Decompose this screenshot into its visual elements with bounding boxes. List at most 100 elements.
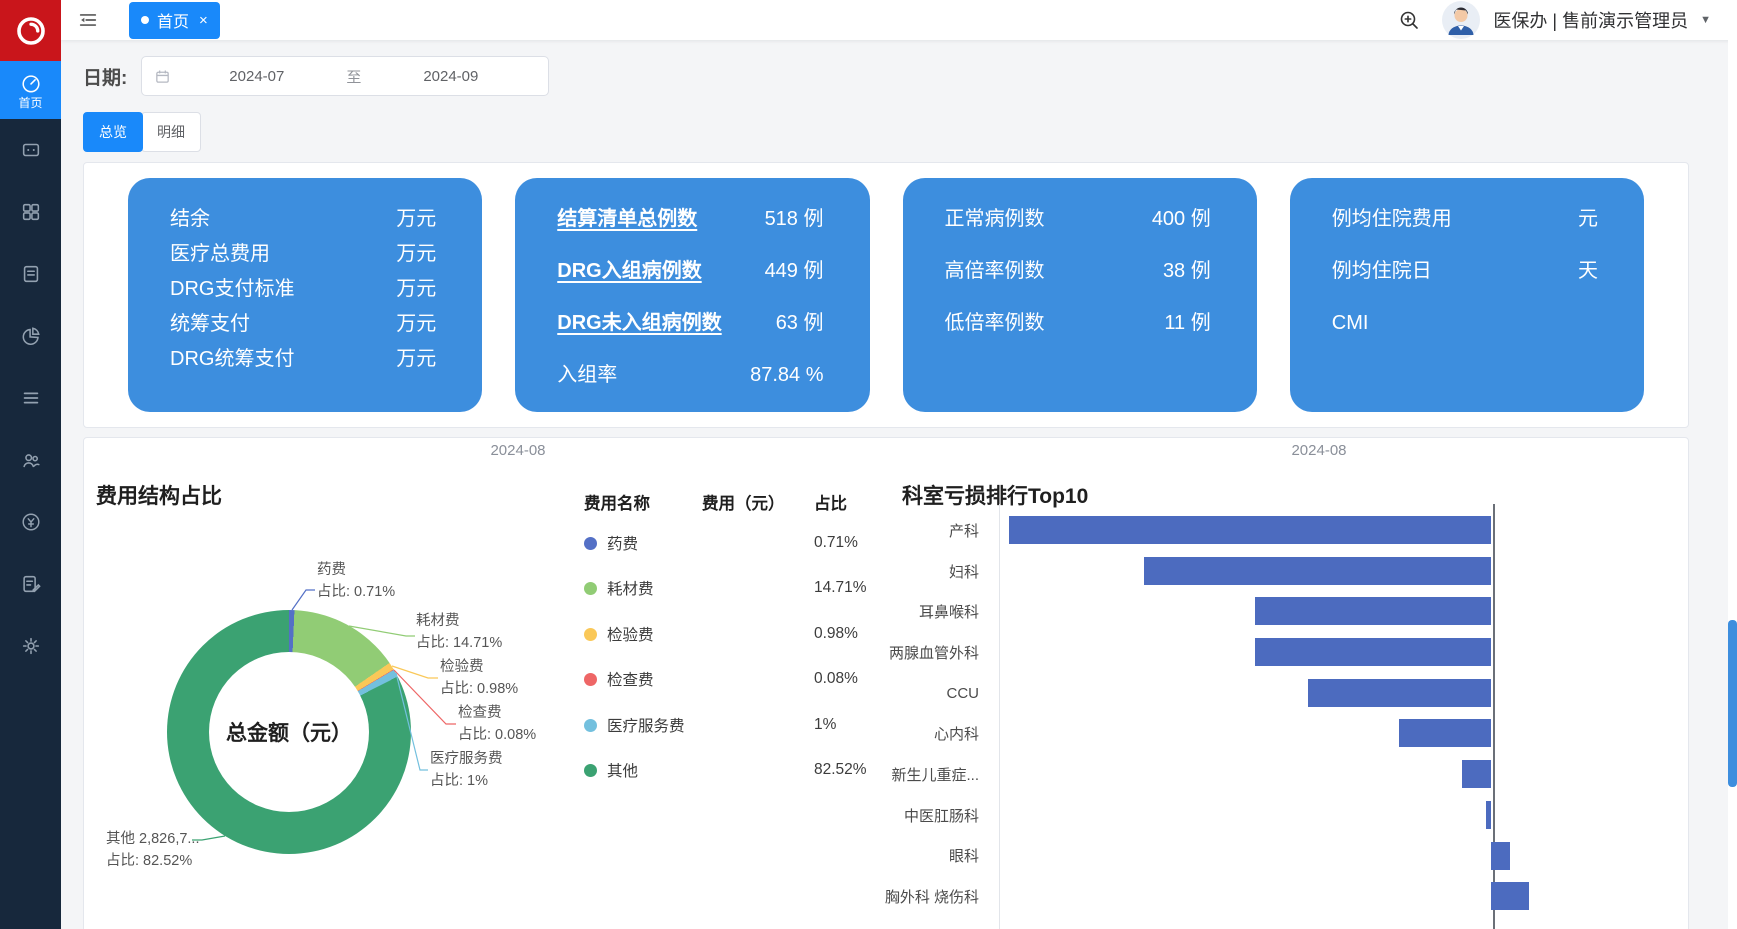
legend-color-dot xyxy=(584,582,597,595)
bar-track xyxy=(989,632,1666,673)
bar-track xyxy=(989,673,1666,714)
stat-label: 例均住院费用 xyxy=(1332,208,1452,230)
donut-callout: 检查费 占比: 0.08% xyxy=(458,702,536,746)
sidebar-item-menu-list[interactable] xyxy=(0,367,61,429)
stat-row: DRG统筹支付 万元 xyxy=(170,348,436,370)
bar-row: 产科 xyxy=(784,510,1666,551)
callout-name: 耗材费 xyxy=(416,610,502,632)
date-range-picker[interactable]: 2024-07 至 2024-09 xyxy=(141,56,549,96)
tab-detail[interactable]: 明细 xyxy=(141,112,201,152)
bar-track xyxy=(989,836,1666,877)
bar-row: 中医肛肠科 xyxy=(784,795,1666,836)
callout-pct: 占比: 0.08% xyxy=(458,724,536,746)
user-name: 医保办 | 售前演示管理员 xyxy=(1493,7,1688,33)
callout-pct: 占比: 0.98% xyxy=(440,678,518,700)
sidebar-item-pie-report[interactable] xyxy=(0,305,61,367)
zoom-in-icon[interactable] xyxy=(1397,8,1421,32)
callout-name: 药费 xyxy=(317,559,395,581)
sidebar-item-home[interactable]: 首页 xyxy=(0,61,61,119)
stat-card: 正常病例数 400 例 高倍率例数 38 例 低倍率例数 11 例 xyxy=(903,178,1257,412)
legend-name: 检验费 xyxy=(607,627,654,644)
legend-color-dot xyxy=(584,673,597,686)
tab-home[interactable]: 首页 × xyxy=(129,2,220,39)
stat-row: 统筹支付 万元 xyxy=(170,313,436,335)
sidebar-item-fund[interactable] xyxy=(0,491,61,553)
sidebar-item-audit[interactable] xyxy=(0,553,61,615)
donut-callout: 其他 2,826,7... 占比: 82.52% xyxy=(106,828,200,872)
sidebar-item-document[interactable] xyxy=(0,243,61,305)
bar-category-label: CCU xyxy=(784,685,989,702)
legend-name: 其他 xyxy=(607,763,638,780)
stat-value: 天 xyxy=(1578,260,1598,282)
sidebar-item-settings[interactable] xyxy=(0,615,61,677)
fund-icon xyxy=(20,511,42,533)
stat-card: 结算清单总例数 518 例 DRG入组病例数 449 例 DRG未入组病例数 6… xyxy=(515,178,869,412)
stat-value: 元 xyxy=(1578,208,1598,230)
sidebar-item-monitor[interactable] xyxy=(0,119,61,181)
app-logo[interactable] xyxy=(0,0,61,61)
sidebar-item-label: 首页 xyxy=(18,97,42,109)
stat-label: DRG支付标准 xyxy=(170,278,294,300)
stat-value: 400 例 xyxy=(1152,208,1211,230)
stat-row: 结余 万元 xyxy=(170,208,436,230)
legend-name: 检查费 xyxy=(607,672,654,689)
view-tabs: 总览 明细 xyxy=(83,112,1689,152)
tab-close-icon[interactable]: × xyxy=(199,13,208,28)
legend-name: 药费 xyxy=(607,536,638,553)
date-from-value[interactable]: 2024-07 xyxy=(171,68,342,85)
scrollbar-thumb[interactable] xyxy=(1728,620,1737,787)
page-scrollbar xyxy=(1728,0,1737,929)
stat-link[interactable]: DRG入组病例数 xyxy=(557,260,701,282)
stat-row: 例均住院日 天 xyxy=(1332,260,1598,282)
chart-date-right: 2024-08 xyxy=(1239,442,1399,459)
sidebar-item-team[interactable] xyxy=(0,429,61,491)
stat-value: 518 例 xyxy=(765,208,824,230)
bar-track xyxy=(989,713,1666,754)
stat-row: 结算清单总例数 518 例 xyxy=(557,208,823,230)
bar-category-label: 妇科 xyxy=(784,561,989,582)
callout-name: 医疗服务费 xyxy=(430,748,503,770)
tab-overview[interactable]: 总览 xyxy=(83,112,143,152)
stat-row: CMI xyxy=(1332,312,1598,334)
bar-row: 新生儿重症... xyxy=(784,754,1666,795)
callout-pct: 占比: 14.71% xyxy=(416,632,502,654)
user-menu[interactable]: 医保办 | 售前演示管理员 ▼ xyxy=(1441,0,1711,40)
callout-name: 其他 2,826,7... xyxy=(106,828,200,850)
legend-color-dot xyxy=(584,719,597,732)
caret-down-icon: ▼ xyxy=(1700,14,1711,26)
legend-color-dot xyxy=(584,628,597,641)
collapse-menu-icon[interactable] xyxy=(77,9,99,31)
stat-cards-panel: 结余 万元 医疗总费用 万元 DRG支付标准 万元 统筹支付 万元 DRG统筹支… xyxy=(83,162,1689,428)
bar-track xyxy=(989,754,1666,795)
stat-row: 例均住院费用 元 xyxy=(1332,208,1598,230)
tab-active-dot xyxy=(141,16,149,24)
stat-value: 万元 xyxy=(396,278,436,300)
logo-swirl-icon xyxy=(13,13,49,49)
donut-callout: 药费 占比: 0.71% xyxy=(317,559,395,603)
stat-row: 低倍率例数 11 例 xyxy=(945,312,1211,334)
stat-row: 高倍率例数 38 例 xyxy=(945,260,1211,282)
callout-pct: 占比: 0.71% xyxy=(317,581,395,603)
calendar-icon xyxy=(154,68,171,85)
stat-card: 例均住院费用 元 例均住院日 天 CMI xyxy=(1290,178,1644,412)
bar-track xyxy=(989,551,1666,592)
stat-label: 高倍率例数 xyxy=(945,260,1045,282)
chart-date-left: 2024-08 xyxy=(438,442,598,459)
date-to-value[interactable]: 2024-09 xyxy=(365,68,536,85)
settings-gear-icon xyxy=(20,635,42,657)
monitor-icon xyxy=(20,139,42,161)
stat-row: DRG未入组病例数 63 例 xyxy=(557,312,823,334)
bar-category-label: 产科 xyxy=(784,520,989,541)
legend-color-dot xyxy=(584,764,597,777)
bar-row: CCU xyxy=(784,673,1666,714)
legend-header-name: 费用名称 xyxy=(584,490,702,514)
stat-link[interactable]: 结算清单总例数 xyxy=(557,208,697,230)
sidebar-item-apps[interactable] xyxy=(0,181,61,243)
stat-value: 万元 xyxy=(396,243,436,265)
stat-value: 38 例 xyxy=(1163,260,1211,282)
stat-row: 入组率 87.84 % xyxy=(557,364,823,386)
bar-category-label: 心内科 xyxy=(784,723,989,744)
topbar: 首页 × 医保办 | 售前演示管理员 ▼ xyxy=(61,0,1737,40)
donut-callout: 检验费 占比: 0.98% xyxy=(440,656,518,700)
stat-link[interactable]: DRG未入组病例数 xyxy=(557,312,721,334)
